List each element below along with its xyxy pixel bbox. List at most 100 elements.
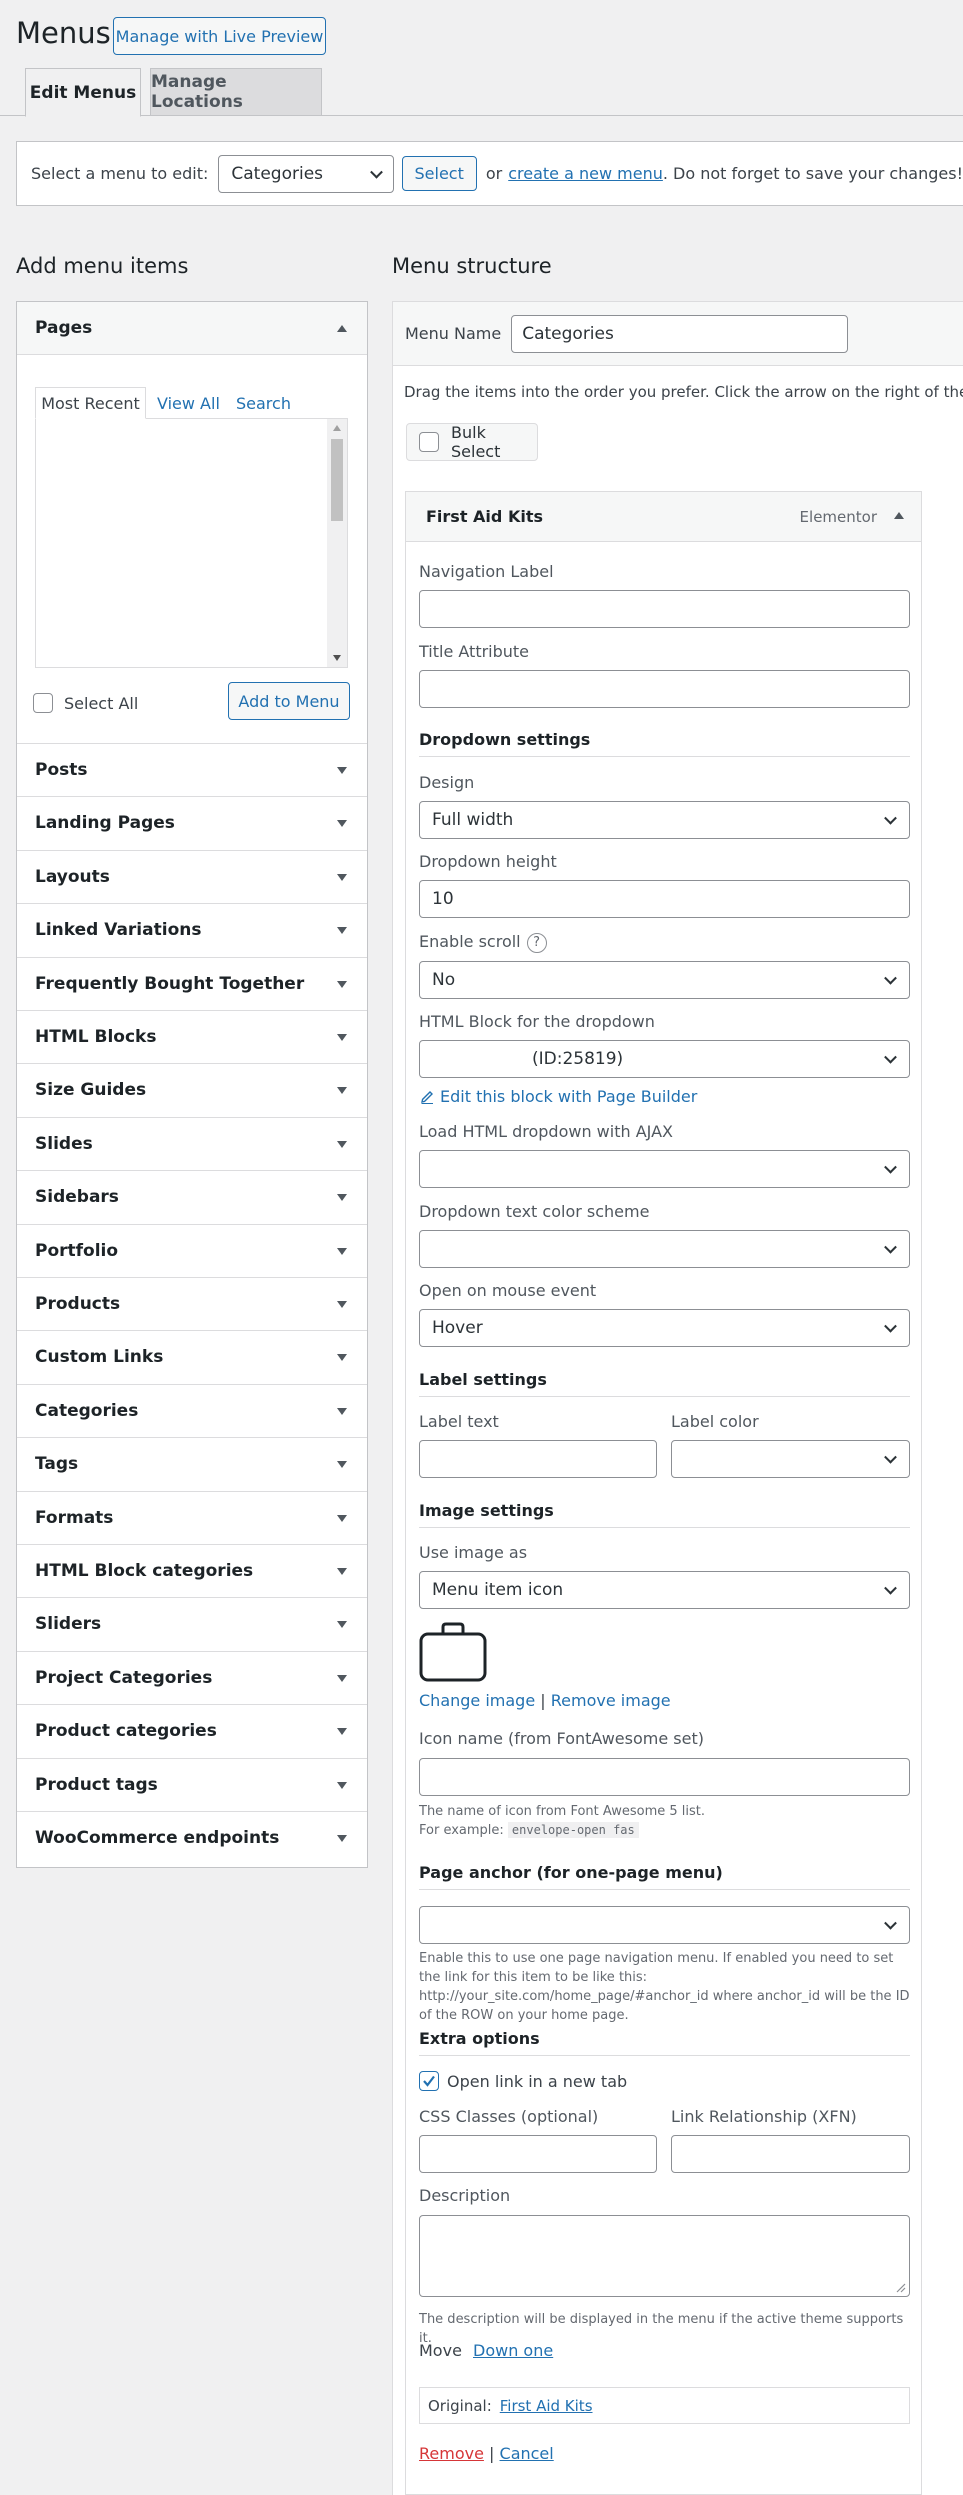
pages-list-scrollbar[interactable] [327, 419, 347, 667]
label-text-label: Label text [419, 1412, 499, 1431]
accordion-sidebars[interactable]: Sidebars [17, 1170, 367, 1223]
mouse-event-label: Open on mouse event [419, 1281, 597, 1300]
mouse-event-select[interactable]: Hover [419, 1309, 910, 1347]
dropdown-height-input[interactable]: 10 [419, 880, 910, 918]
accordion-custom-links[interactable]: Custom Links [17, 1330, 367, 1383]
tab-most-recent[interactable]: Most Recent [35, 387, 146, 419]
css-classes-input[interactable] [419, 2135, 657, 2173]
scroll-thumb[interactable] [331, 439, 343, 521]
color-scheme-select[interactable] [419, 1230, 910, 1268]
accordion-portfolio[interactable]: Portfolio [17, 1224, 367, 1277]
label-color-select[interactable] [671, 1440, 910, 1478]
image-actions: Change image | Remove image [419, 1691, 671, 1710]
design-value: Full width [432, 810, 514, 830]
accordion-layouts[interactable]: Layouts [17, 850, 367, 903]
use-image-select[interactable]: Menu item icon [419, 1571, 910, 1609]
ajax-select[interactable] [419, 1150, 910, 1188]
accordion-title: Linked Variations [35, 920, 202, 940]
open-new-tab-control[interactable]: Open link in a new tab [419, 2071, 627, 2091]
select-menu-button[interactable]: Select [401, 156, 477, 191]
arrow-up-icon[interactable] [894, 512, 904, 519]
chevron-down-icon [884, 1581, 897, 1595]
dropdown-settings-heading: Dropdown settings [419, 730, 591, 749]
move-controls: Move Down one [419, 2341, 553, 2360]
accordion-slides[interactable]: Slides [17, 1117, 367, 1170]
move-label: Move [419, 2341, 462, 2360]
label-text-input[interactable] [419, 1440, 657, 1478]
help-icon[interactable]: ? [526, 932, 547, 953]
accordion-formats[interactable]: Formats [17, 1491, 367, 1544]
enable-scroll-select[interactable]: No [419, 961, 910, 999]
change-image-link[interactable]: Change image [419, 1691, 535, 1710]
accordion-title: Size Guides [35, 1080, 147, 1100]
accordion-product-categories[interactable]: Product categories [17, 1704, 367, 1757]
remove-link[interactable]: Remove [419, 2444, 484, 2463]
accordion-title: Custom Links [35, 1347, 164, 1367]
chevron-down-icon [884, 971, 897, 985]
menu-item-title: First Aid Kits [426, 507, 543, 526]
accordion-title: Products [35, 1294, 121, 1314]
title-attribute-input[interactable] [419, 670, 910, 708]
description-textarea[interactable] [419, 2215, 910, 2297]
accordion-tags[interactable]: Tags [17, 1437, 367, 1490]
bulk-select-checkbox[interactable] [419, 432, 439, 452]
accordion-categories[interactable]: Categories [17, 1384, 367, 1437]
select-all-control[interactable]: Select All [33, 693, 138, 713]
manage-live-preview-button[interactable]: Manage with Live Preview [113, 17, 326, 55]
arrow-down-icon [337, 1194, 347, 1201]
tab-view-all[interactable]: View All [157, 387, 220, 419]
accordion-linked-variations[interactable]: Linked Variations [17, 903, 367, 956]
accordion-pages[interactable]: Pages [17, 302, 367, 355]
tab-search[interactable]: Search [236, 387, 291, 419]
cancel-link[interactable]: Cancel [500, 2444, 554, 2463]
accordion-products[interactable]: Products [17, 1277, 367, 1330]
scroll-up-icon[interactable] [333, 425, 341, 431]
edit-block-link[interactable]: Edit this block with Page Builder [419, 1087, 697, 1106]
icon-name-input[interactable] [419, 1758, 910, 1796]
accordion-product-tags[interactable]: Product tags [17, 1758, 367, 1811]
navigation-label-input[interactable] [419, 590, 910, 628]
accordion-html-blocks[interactable]: HTML Blocks [17, 1010, 367, 1063]
xfn-input[interactable] [671, 2135, 910, 2173]
open-new-tab-checkbox[interactable] [419, 2071, 439, 2091]
move-down-one-link[interactable]: Down one [473, 2341, 553, 2360]
menu-name-input[interactable]: Categories [511, 314, 849, 353]
accordion-title: Posts [35, 760, 88, 780]
accordion-woocommerce-endpoints[interactable]: WooCommerce endpoints [17, 1811, 367, 1864]
accordion-landing-pages[interactable]: Landing Pages [17, 796, 367, 849]
accordion-sliders[interactable]: Sliders [17, 1597, 367, 1650]
accordion-size-guides[interactable]: Size Guides [17, 1063, 367, 1116]
accordion-project-categories[interactable]: Project Categories [17, 1651, 367, 1704]
item-actions-separator: | [489, 2444, 495, 2463]
accordion-frequently-bought-together[interactable]: Frequently Bought Together [17, 957, 367, 1010]
menu-item-header[interactable]: First Aid Kits Elementor [406, 492, 921, 542]
add-to-menu-button[interactable]: Add to Menu [228, 682, 350, 720]
menu-select-dropdown[interactable]: Categories [218, 154, 394, 193]
remove-image-link[interactable]: Remove image [551, 1691, 671, 1710]
pages-list[interactable] [35, 418, 348, 668]
accordion-html-block-categories[interactable]: HTML Block categories [17, 1544, 367, 1597]
create-new-menu-link[interactable]: create a new menu [508, 164, 663, 183]
original-link[interactable]: First Aid Kits [500, 2397, 593, 2415]
bulk-select-button[interactable]: Bulk Select [406, 423, 538, 461]
select-all-checkbox[interactable] [33, 693, 53, 713]
xfn-label: Link Relationship (XFN) [671, 2107, 857, 2126]
enable-scroll-label: Enable scroll? [419, 932, 547, 953]
accordion-title: Product categories [35, 1721, 217, 1741]
css-classes-label: CSS Classes (optional) [419, 2107, 599, 2126]
navigation-label-label: Navigation Label [419, 562, 554, 581]
nav-tabs: Edit Menus Manage Locations [0, 68, 963, 117]
icon-help-code: envelope-open fas [507, 1822, 639, 1838]
design-select[interactable]: Full width [419, 801, 910, 839]
icon-name-help: The name of icon from Font Awesome 5 lis… [419, 1802, 910, 1840]
design-label: Design [419, 773, 475, 792]
ajax-label: Load HTML dropdown with AJAX [419, 1122, 673, 1141]
accordion-posts[interactable]: Posts [17, 743, 367, 796]
page-anchor-select[interactable] [419, 1906, 910, 1944]
tab-edit-menus[interactable]: Edit Menus [25, 68, 141, 117]
tab-manage-locations[interactable]: Manage Locations [150, 68, 322, 116]
arrow-down-icon [337, 1087, 347, 1094]
scroll-down-icon[interactable] [333, 655, 341, 661]
resize-handle-icon[interactable] [896, 2283, 906, 2293]
html-block-select[interactable]: (ID:25819) [419, 1040, 910, 1078]
